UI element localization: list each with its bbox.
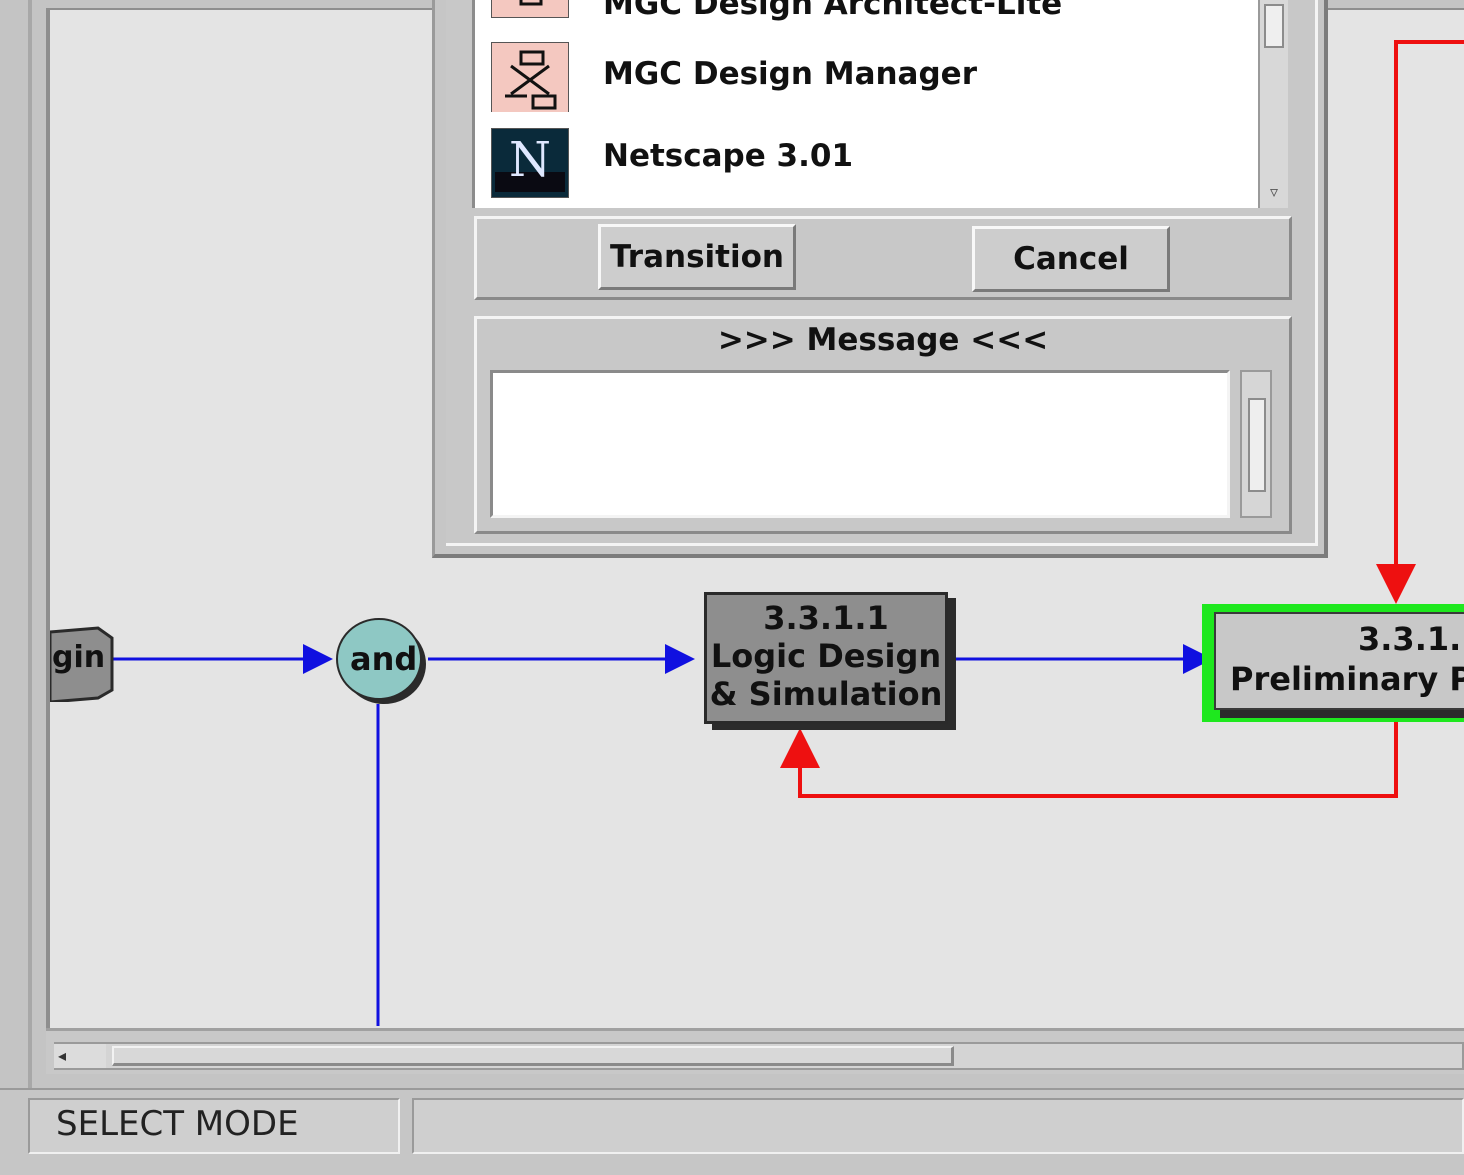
list-item-label: MGC Design Manager xyxy=(603,56,977,92)
list-item[interactable]: MGC Design Architect-Lite xyxy=(475,0,1255,30)
task-node-3311[interactable]: 3.3.1.1 Logic Design & Simulation xyxy=(704,592,948,724)
scrollbar-thumb[interactable] xyxy=(112,1046,954,1066)
task-node-3312[interactable]: 3.3.1. Preliminary P xyxy=(1214,612,1464,710)
task-3312-id: 3.3.1. xyxy=(1358,620,1462,658)
mgc-design-manager-icon xyxy=(491,42,569,112)
netscape-icon: N xyxy=(491,128,569,198)
task-3312-line1: Preliminary P xyxy=(1230,660,1464,698)
task-3311-id: 3.3.1.1 xyxy=(763,599,889,637)
message-textarea[interactable] xyxy=(490,370,1230,518)
netscape-icon-letter: N xyxy=(509,132,551,188)
list-scrollbar-thumb[interactable] xyxy=(1264,4,1284,48)
and-gate-label: and xyxy=(350,640,418,678)
begin-node-label: gin xyxy=(52,640,106,675)
scroll-down-arrow-icon[interactable]: ▿ xyxy=(1262,180,1286,204)
cancel-button[interactable]: Cancel xyxy=(972,226,1170,292)
task-3311-line1: Logic Design xyxy=(710,637,942,675)
application-list[interactable]: MGC Design Architect-Lite MGC Design Man… xyxy=(472,0,1258,208)
list-item[interactable]: N Netscape 3.01 xyxy=(475,124,1255,204)
list-item-label: MGC Design Architect-Lite xyxy=(603,0,1063,22)
mgc-design-architect-icon xyxy=(491,0,569,18)
list-item[interactable]: MGC Design Manager xyxy=(475,40,1255,120)
status-mode-text: SELECT MODE xyxy=(56,1104,299,1144)
transition-button[interactable]: Transition xyxy=(598,224,796,290)
status-message-field xyxy=(412,1098,1464,1154)
message-scrollbar-thumb[interactable] xyxy=(1248,398,1266,492)
list-item-label: Netscape 3.01 xyxy=(603,138,854,174)
task-3311-line2: & Simulation xyxy=(709,675,943,713)
window-border xyxy=(28,0,32,1090)
scroll-left-arrow-icon[interactable]: ◂ xyxy=(54,1044,106,1068)
message-title: >>> Message <<< xyxy=(717,322,1049,358)
